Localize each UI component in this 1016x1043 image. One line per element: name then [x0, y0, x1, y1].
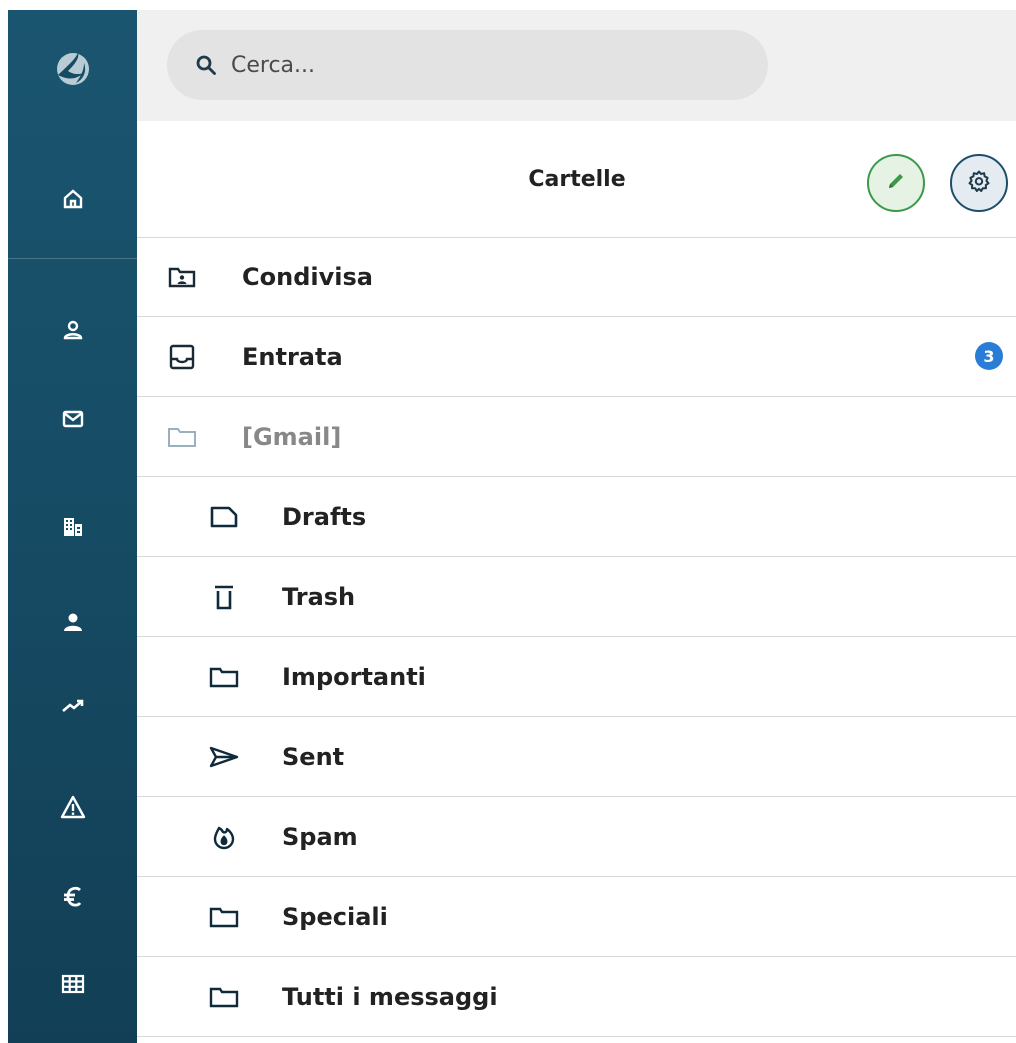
folder-label: Condivisa — [242, 262, 373, 291]
warning-icon — [60, 795, 86, 819]
folder-label: Trash — [282, 582, 356, 611]
folder-label: Speciali — [282, 902, 388, 931]
folders-header: Cartelle — [137, 121, 1016, 238]
folder-icon — [209, 902, 239, 932]
spam-icon — [209, 822, 239, 852]
folder-label: [Gmail] — [242, 422, 342, 451]
inbox-icon — [167, 342, 197, 372]
page-title: Cartelle — [528, 166, 626, 192]
rail-contacts[interactable] — [8, 295, 137, 365]
rail-home[interactable] — [8, 164, 137, 234]
folder-label: Entrata — [242, 342, 343, 371]
trend-icon — [61, 696, 85, 714]
side-rail — [8, 10, 137, 1043]
folder-label: Spam — [282, 822, 358, 851]
home-icon — [62, 188, 84, 210]
rail-divider — [8, 258, 137, 259]
pencil-icon — [885, 170, 907, 196]
rail-finance[interactable] — [8, 862, 137, 932]
gear-icon — [967, 169, 991, 197]
folder-tutti-i-messaggi[interactable]: Tutti i messaggi — [137, 957, 1016, 1037]
shared-folder-icon — [167, 262, 197, 292]
unread-count-badge: 3 — [975, 342, 1003, 370]
app-logo[interactable] — [8, 34, 137, 104]
search-icon — [195, 54, 217, 76]
building-icon — [62, 516, 84, 538]
folder-drafts[interactable]: Drafts — [137, 477, 1016, 557]
folder-entrata[interactable]: Entrata 3 — [137, 317, 1016, 397]
rail-tables[interactable] — [8, 949, 137, 1019]
folder-spam[interactable]: Spam — [137, 797, 1016, 877]
search-input[interactable] — [231, 52, 731, 78]
folder-importanti[interactable]: Importanti — [137, 637, 1016, 717]
table-icon — [61, 974, 85, 994]
search-box[interactable] — [167, 30, 768, 100]
rail-alerts[interactable] — [8, 772, 137, 842]
trash-icon — [209, 582, 239, 612]
euro-icon — [61, 885, 85, 909]
folder-icon — [209, 662, 239, 692]
folder-speciali[interactable]: Speciali — [137, 877, 1016, 957]
folder-label: Drafts — [282, 502, 367, 531]
folder-icon — [209, 982, 239, 1012]
rail-mail[interactable] — [8, 384, 137, 454]
folder-label: Importanti — [282, 662, 426, 691]
folder-condivisa[interactable]: Condivisa — [137, 237, 1016, 317]
contacts-icon — [62, 319, 84, 341]
folder-label: Tutti i messaggi — [282, 982, 498, 1011]
rail-person[interactable] — [8, 587, 137, 657]
rail-statistics[interactable] — [8, 670, 137, 740]
person-icon — [62, 611, 84, 633]
drafts-icon — [209, 502, 239, 532]
folder-list: Condivisa Entrata 3 [Gmail] Drafts Trash… — [137, 237, 1016, 1037]
folder-gmail[interactable]: [Gmail] — [137, 397, 1016, 477]
folder-settings-button[interactable] — [950, 154, 1008, 212]
folder-trash[interactable]: Trash — [137, 557, 1016, 637]
search-bar-area — [137, 10, 1016, 121]
folder-sent[interactable]: Sent — [137, 717, 1016, 797]
send-icon — [209, 742, 239, 772]
folder-label: Sent — [282, 742, 345, 771]
folder-icon — [167, 422, 197, 452]
logo-icon — [54, 49, 92, 89]
rail-companies[interactable] — [8, 492, 137, 562]
folders-panel: Cartelle — [137, 10, 1016, 1043]
edit-folders-button[interactable] — [867, 154, 925, 212]
mail-icon — [62, 409, 84, 429]
